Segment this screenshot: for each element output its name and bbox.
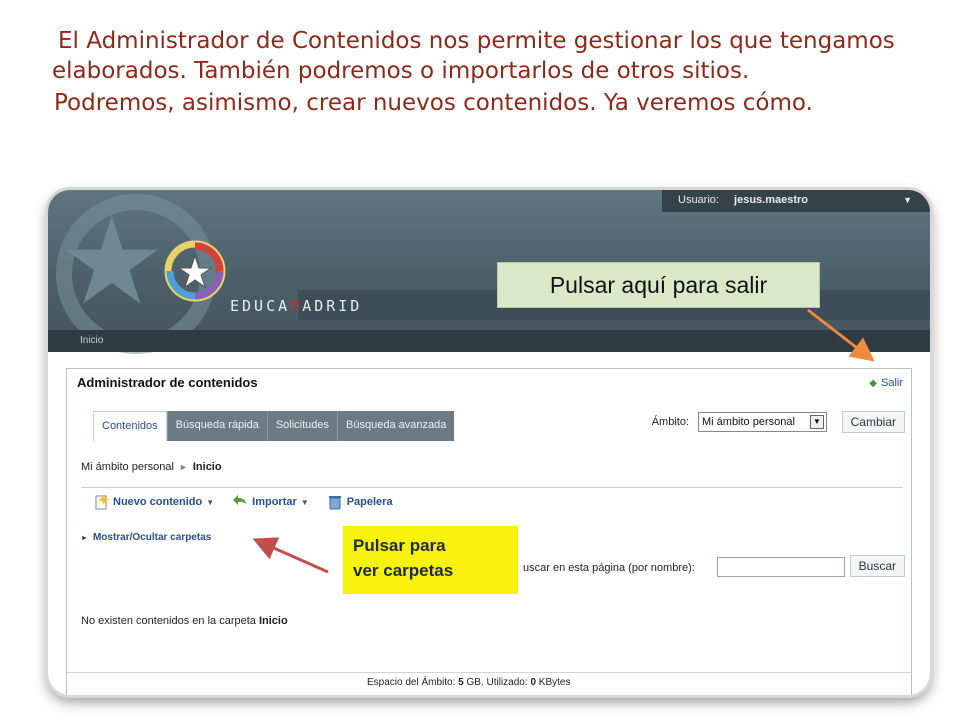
intro-paragraph-1: El Administrador de Contenidos nos permi… bbox=[52, 28, 895, 84]
toggle-folders-label: Mostrar/Ocultar carpetas bbox=[92, 532, 212, 543]
storage-value: 5 bbox=[458, 677, 464, 688]
trash-icon bbox=[328, 496, 341, 510]
search-label: uscar en esta página (por nombre): bbox=[523, 562, 695, 574]
import-label: Importar bbox=[252, 496, 297, 508]
breadcrumb-root[interactable]: Mi ámbito personal bbox=[81, 461, 174, 473]
brand-suffix: ADRID bbox=[302, 297, 363, 315]
breadcrumb-current: Inicio bbox=[192, 461, 222, 473]
tab-busqueda-rapida[interactable]: Búsqueda rápida bbox=[166, 411, 267, 441]
user-name: jesus.maestro bbox=[734, 194, 809, 206]
intro-paragraph-2: Podremos, asimismo, crear nuevos conteni… bbox=[54, 90, 813, 116]
import-button[interactable]: Importar ▼ bbox=[232, 494, 309, 510]
chevron-down-icon[interactable]: ▼ bbox=[810, 415, 824, 429]
storage-unit: GB. Utilizado: bbox=[466, 677, 528, 688]
import-arrow-icon bbox=[233, 495, 247, 505]
used-value: 0 bbox=[530, 677, 536, 688]
folders-callout: Pulsar para ver carpetas bbox=[343, 526, 518, 594]
educamadrid-logo-icon bbox=[164, 240, 226, 302]
tab-contenidos[interactable]: Contenidos bbox=[93, 411, 167, 441]
used-unit: KBytes bbox=[538, 677, 571, 688]
user-label: Usuario: bbox=[678, 194, 719, 206]
search-input[interactable] bbox=[717, 557, 845, 577]
search-button[interactable]: Buscar bbox=[849, 555, 905, 577]
exit-callout: Pulsar aquí para salir bbox=[497, 262, 820, 308]
ambito-value: Mi ámbito personal bbox=[702, 416, 795, 428]
cambiar-button[interactable]: Cambiar bbox=[841, 411, 905, 433]
nav-home-label: Inicio bbox=[80, 335, 104, 346]
expand-triangle-icon: ► bbox=[81, 535, 88, 542]
folders-callout-line2: ver carpetas bbox=[353, 561, 454, 580]
slide-intro: El Administrador de Contenidos nos permi… bbox=[52, 26, 932, 118]
folders-callout-line1: Pulsar para bbox=[353, 536, 446, 555]
chevron-down-icon[interactable]: ▼ bbox=[903, 190, 912, 210]
brand-m: M bbox=[290, 297, 303, 315]
new-content-label: Nuevo contenido bbox=[113, 496, 203, 508]
ambito-select[interactable]: Mi ámbito personal ▼ bbox=[698, 412, 827, 432]
ambito-label: Ámbito: bbox=[651, 416, 689, 428]
breadcrumb-separator-icon: ► bbox=[178, 462, 188, 472]
trash-label: Papelera bbox=[346, 496, 393, 508]
storage-label: Espacio del Ámbito: bbox=[367, 677, 456, 688]
page-title: Administrador de contenidos bbox=[77, 375, 258, 390]
empty-folder-name: Inicio bbox=[258, 615, 288, 627]
toolbar: Nuevo contenido ▼ Importar ▼ Papelera bbox=[93, 494, 393, 510]
tab-bar: Contenidos Búsqueda rápida Solicitudes B… bbox=[93, 411, 455, 441]
empty-message: No existen contenidos en la carpeta Inic… bbox=[81, 615, 288, 627]
empty-message-text: No existen contenidos en la carpeta bbox=[81, 615, 256, 627]
new-content-button[interactable]: Nuevo contenido ▼ bbox=[93, 494, 214, 510]
breadcrumb: Mi ámbito personal ► Inicio bbox=[81, 461, 222, 473]
chevron-down-icon: ▼ bbox=[300, 497, 309, 507]
brand-wordmark: EDUCAMADRID bbox=[230, 297, 362, 315]
exit-arrow-icon: ◆ bbox=[869, 378, 877, 389]
exit-label: Salir bbox=[880, 377, 903, 389]
brand-prefix: EDUCA bbox=[230, 297, 291, 315]
footer-divider bbox=[67, 672, 911, 673]
chevron-down-icon: ▼ bbox=[206, 497, 215, 507]
tab-busqueda-avanzada[interactable]: Búsqueda avanzada bbox=[337, 411, 455, 441]
trash-button[interactable]: Papelera bbox=[327, 494, 393, 510]
storage-footer: Espacio del Ámbito: 5 GB. Utilizado: 0 K… bbox=[367, 677, 570, 688]
user-bar[interactable]: Usuario: jesus.maestro ▼ bbox=[662, 190, 930, 212]
exit-link[interactable]: ◆ Salir bbox=[869, 377, 903, 389]
new-document-icon bbox=[95, 494, 109, 510]
toolbar-divider bbox=[81, 487, 903, 488]
app-banner: ★ EDUCAMADRID Usuario: jesus.maestro ▼ bbox=[48, 190, 930, 354]
tab-solicitudes[interactable]: Solicitudes bbox=[266, 411, 338, 441]
toggle-folders-link[interactable]: ► Mostrar/Ocultar carpetas bbox=[81, 532, 211, 543]
nav-home[interactable]: Inicio bbox=[48, 330, 930, 352]
